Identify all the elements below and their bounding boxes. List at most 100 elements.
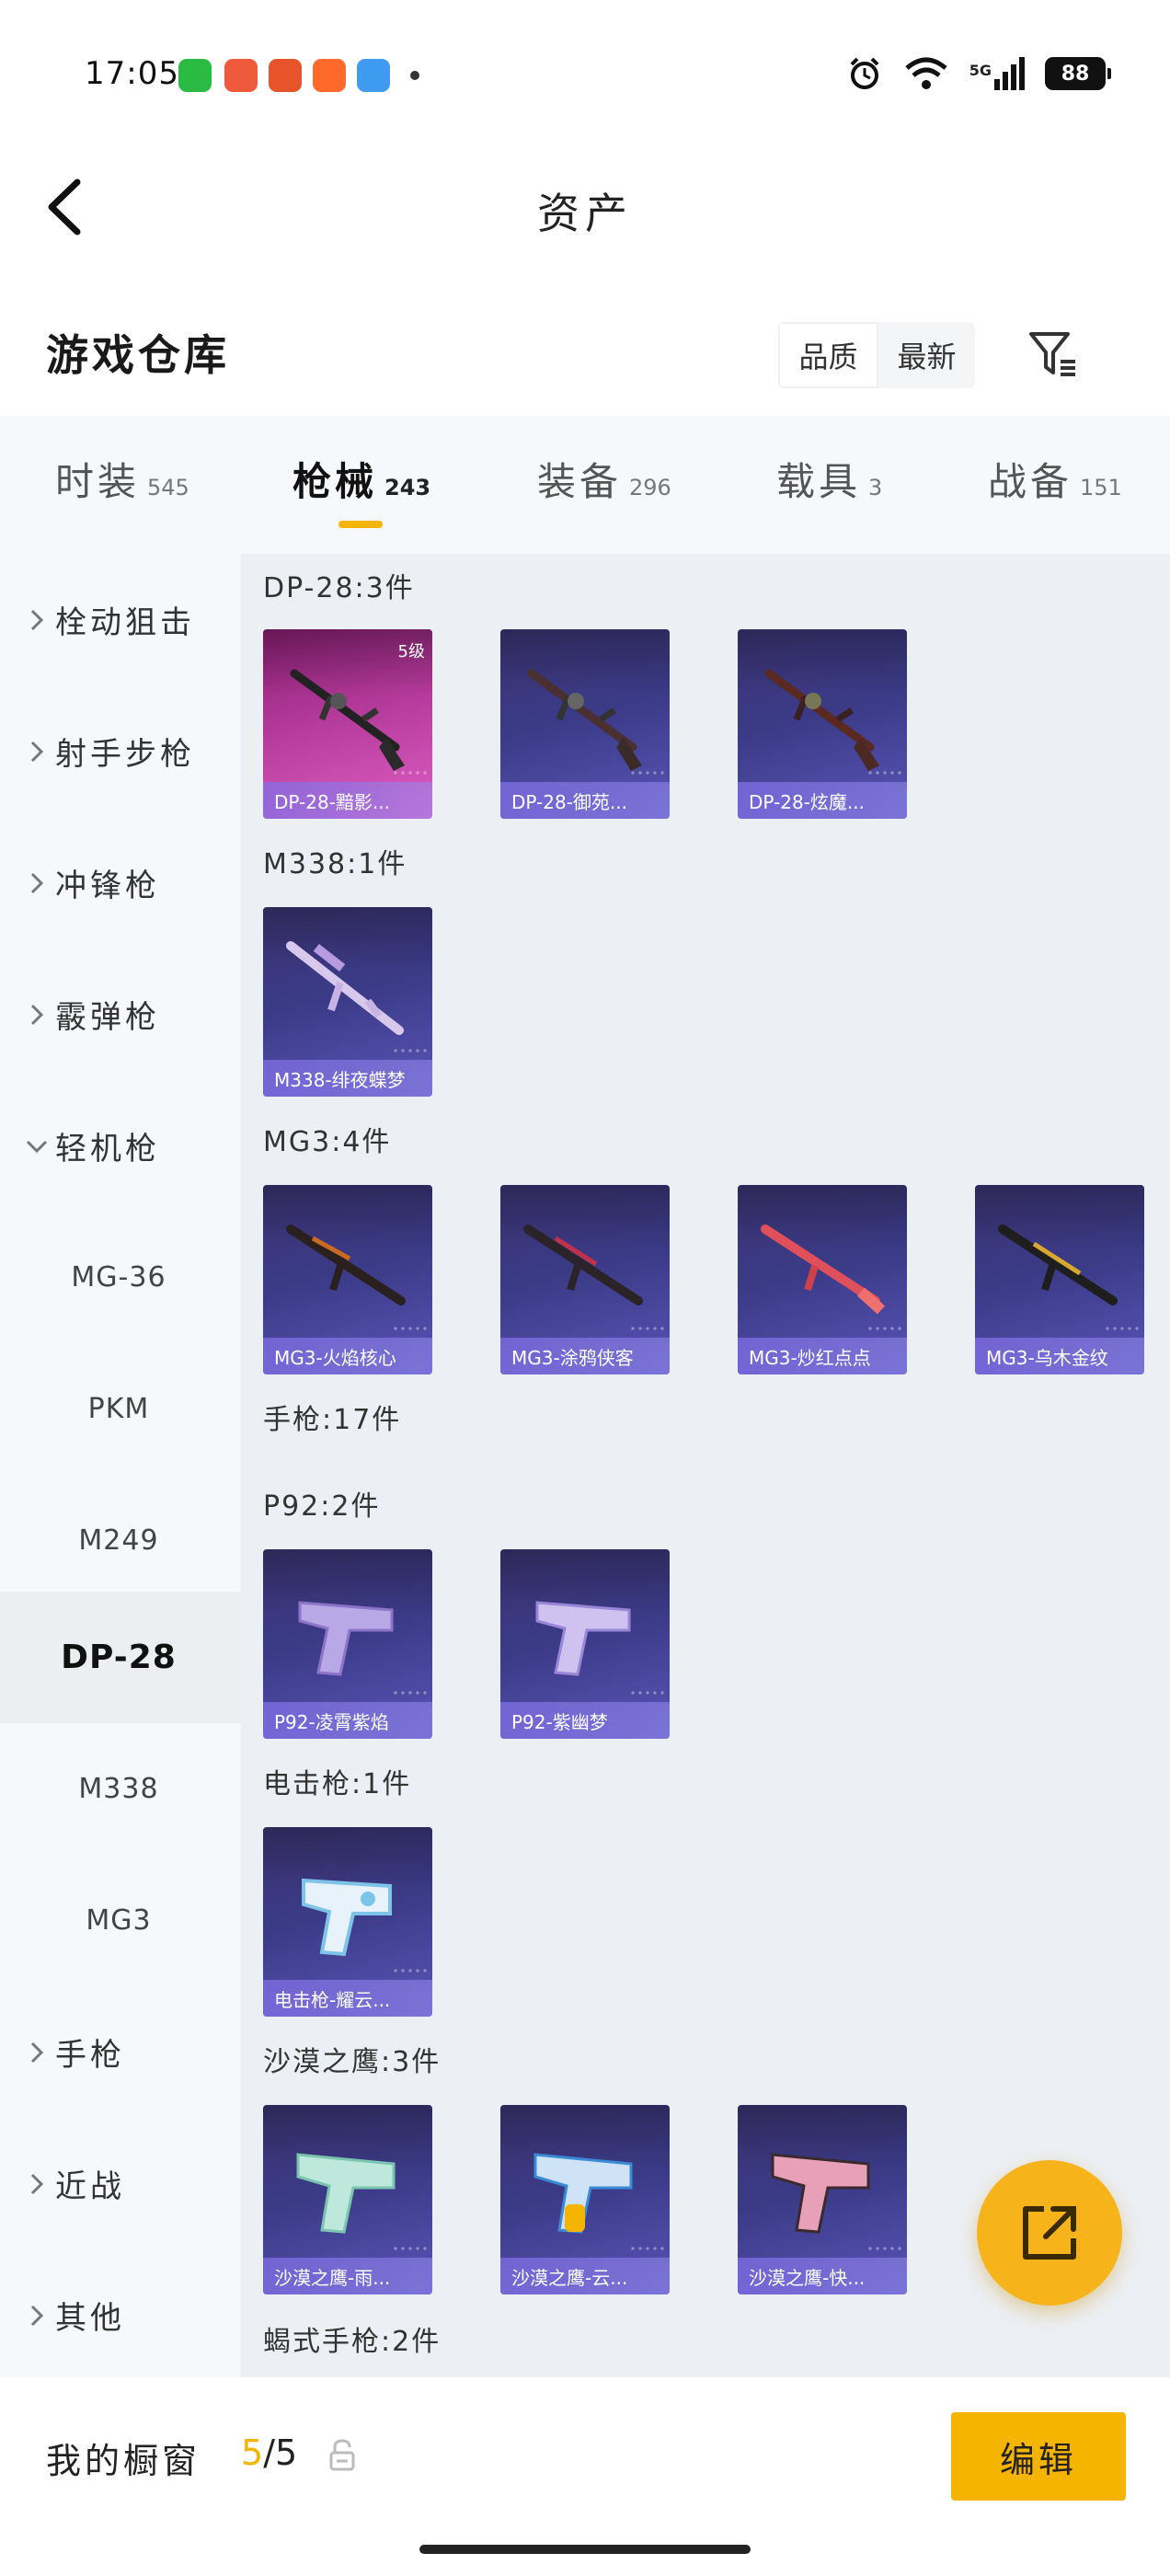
category-tabs: 时装 545 枪械 243 装备 296 载具 3 战备 151 xyxy=(0,416,1170,554)
showcase-label: 我的橱窗 xyxy=(46,2441,201,2481)
skin-card[interactable]: MG3-涂鸦侠客 xyxy=(500,1185,670,1374)
app-notification-icon xyxy=(224,59,258,92)
tab-count: 243 xyxy=(384,475,431,500)
tab-tactical[interactable]: 战备 151 xyxy=(988,451,1122,507)
pistol-icon xyxy=(533,2153,633,2234)
machine-gun-icon xyxy=(523,1225,643,1305)
sidebar-item-label: 手枪 xyxy=(55,2037,125,2074)
skin-name: DP-28-炫魔... xyxy=(738,782,907,819)
card-decoration xyxy=(392,1325,429,1334)
sidebar-item-label: DP-28 xyxy=(61,1639,177,1676)
edit-button[interactable]: 编辑 xyxy=(951,2412,1126,2501)
share-icon xyxy=(1023,2206,1076,2260)
sidebar-item-other[interactable]: 其他 xyxy=(0,2249,241,2381)
skin-card[interactable]: MG3-乌木金纹 xyxy=(975,1185,1144,1374)
skin-name: DP-28-御苑... xyxy=(500,782,670,819)
chevron-right-icon xyxy=(18,739,55,765)
weather-icon xyxy=(357,59,390,92)
sidebar-item-label: 栓动狙击 xyxy=(55,604,195,641)
skin-card[interactable]: MG3-火焰核心 xyxy=(263,1185,432,1374)
sidebar-item-smg[interactable]: 冲锋枪 xyxy=(0,817,241,949)
sidebar-subitem-pkm[interactable]: PKM xyxy=(0,1343,241,1475)
weapon-skin-list: DP-28:3件 5级 DP-28-黯影... DP-28-御苑... DP-2… xyxy=(241,554,1170,2377)
filter-icon xyxy=(1029,332,1075,376)
showcase-bar: 我的橱窗 5/5 编辑 xyxy=(0,2377,1170,2576)
group-title: MG3:4件 xyxy=(263,1126,392,1158)
tab-label: 载具 xyxy=(776,459,862,504)
skin-name: MG3-乌木金纹 xyxy=(975,1338,1144,1374)
skin-card[interactable]: M338-绯夜蝶梦 xyxy=(263,907,432,1097)
group-title: 沙漠之鹰:3件 xyxy=(263,2046,442,2078)
skin-name: M338-绯夜蝶梦 xyxy=(263,1060,432,1097)
sidebar-item-label: M249 xyxy=(78,1524,159,1557)
skin-card[interactable]: MG3-炒红点点 xyxy=(738,1185,907,1374)
sidebar-item-melee[interactable]: 近战 xyxy=(0,2118,241,2249)
card-decoration xyxy=(629,1325,666,1334)
sidebar-item-pistol[interactable]: 手枪 xyxy=(0,1986,241,2118)
sidebar-subitem-mg36[interactable]: MG-36 xyxy=(0,1212,241,1343)
tab-vehicles[interactable]: 载具 3 xyxy=(776,451,882,507)
machine-gun-icon xyxy=(998,1225,1118,1305)
share-button[interactable] xyxy=(977,2160,1122,2306)
sort-by-quality[interactable]: 品质 xyxy=(778,322,878,388)
tab-label: 战备 xyxy=(988,459,1073,504)
group-title: 电击枪:1件 xyxy=(263,1768,412,1800)
pistol-icon xyxy=(535,1601,631,1676)
card-decoration xyxy=(629,769,666,778)
card-decoration xyxy=(629,2245,666,2254)
chevron-right-icon xyxy=(18,2171,55,2197)
showcase-used: 5 xyxy=(241,2432,264,2473)
chevron-right-icon xyxy=(18,1002,55,1028)
section-title: 游戏仓库 xyxy=(46,330,230,380)
skin-card[interactable]: P92-凌霄紫焰 xyxy=(263,1549,432,1739)
status-indicators: 5G 88 xyxy=(846,52,1111,96)
sidebar-item-label: MG3 xyxy=(86,1904,152,1937)
filter-button[interactable] xyxy=(1023,324,1084,385)
tab-count: 3 xyxy=(868,475,883,500)
showcase-count: 5/5 xyxy=(241,2432,297,2473)
showcase-total: /5 xyxy=(263,2432,298,2473)
skin-card[interactable]: 沙漠之鹰-云... xyxy=(500,2105,670,2294)
sidebar-item-label: PKM xyxy=(87,1393,150,1425)
skin-card[interactable]: DP-28-御苑... xyxy=(500,629,670,819)
sidebar-subitem-dp28[interactable]: DP-28 xyxy=(0,1592,241,1723)
wifi-icon xyxy=(905,57,947,89)
skin-card[interactable]: 沙漠之鹰-快... xyxy=(738,2105,907,2294)
skin-card[interactable]: DP-28-炫魔... xyxy=(738,629,907,819)
alarm-icon xyxy=(850,57,879,89)
active-tab-indicator xyxy=(338,521,383,528)
sidebar-item-lmg[interactable]: 轻机枪 xyxy=(0,1080,241,1212)
tab-fashion[interactable]: 时装 545 xyxy=(55,451,189,507)
sidebar-item-bolt-sniper[interactable]: 栓动狙击 xyxy=(0,554,241,685)
chevron-right-icon xyxy=(18,607,55,633)
card-decoration xyxy=(392,1967,429,1976)
sort-by-newest[interactable]: 最新 xyxy=(878,322,975,388)
group-title: DP-28:3件 xyxy=(263,572,415,604)
sidebar-subitem-mg3[interactable]: MG3 xyxy=(0,1855,241,1986)
taser-icon xyxy=(302,1878,392,1957)
tab-guns[interactable]: 枪械 243 xyxy=(292,451,430,507)
skin-card[interactable]: P92-紫幽梦 xyxy=(500,1549,670,1739)
skin-name: MG3-炒红点点 xyxy=(738,1338,907,1374)
skin-card[interactable]: 电击枪-耀云... xyxy=(263,1827,432,2017)
category-group-title: 手枪:17件 xyxy=(263,1404,402,1436)
skin-card[interactable]: 5级 DP-28-黯影... xyxy=(263,629,432,819)
sidebar-item-label: 近战 xyxy=(55,2168,125,2205)
sidebar-item-label: M338 xyxy=(78,1773,159,1805)
tab-equipment[interactable]: 装备 296 xyxy=(537,451,671,507)
sidebar-item-shotgun[interactable]: 霰弹枪 xyxy=(0,949,241,1080)
sidebar-subitem-m249[interactable]: M249 xyxy=(0,1475,241,1606)
app-notification-icon xyxy=(269,59,302,92)
sidebar-item-label: 冲锋枪 xyxy=(55,868,160,904)
app-notification-icon xyxy=(313,59,346,92)
sidebar-item-marksman-rifle[interactable]: 射手步枪 xyxy=(0,685,241,817)
skin-card[interactable]: 沙漠之鹰-雨... xyxy=(263,2105,432,2294)
sidebar-subitem-m338[interactable]: M338 xyxy=(0,1723,241,1855)
home-indicator[interactable] xyxy=(419,2545,751,2554)
card-decoration xyxy=(1104,1325,1141,1334)
status-bar: 17:05 5G 88 xyxy=(0,0,1170,147)
pistol-icon xyxy=(296,2153,396,2234)
group-title: P92:2件 xyxy=(263,1490,381,1523)
tab-count: 296 xyxy=(629,475,671,500)
lock-icon xyxy=(329,2439,355,2471)
